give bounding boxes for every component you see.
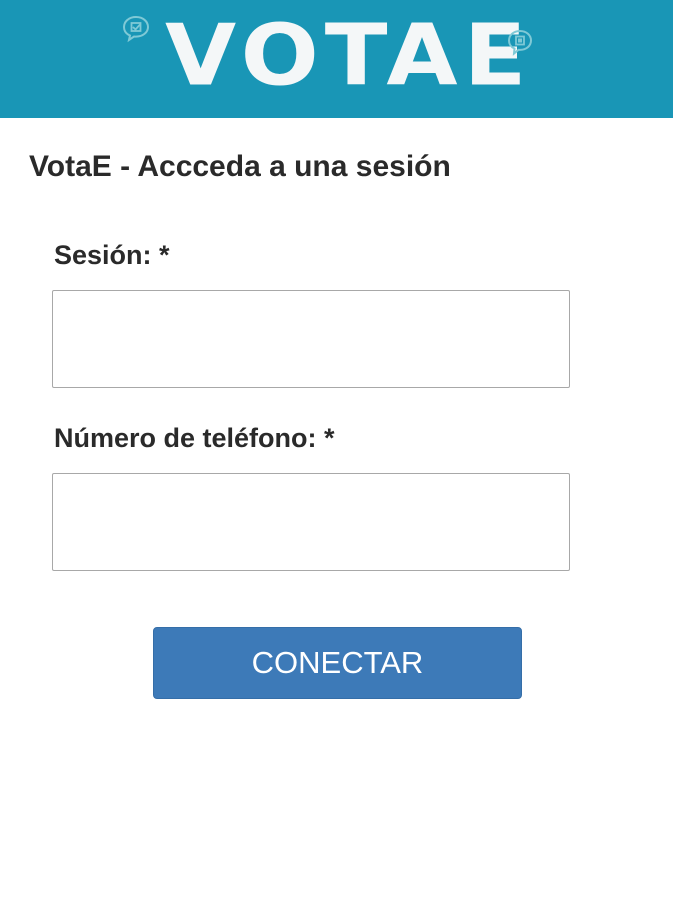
chat-square-icon xyxy=(507,29,533,56)
session-input[interactable] xyxy=(52,290,570,388)
connect-button[interactable]: CONECTAR xyxy=(153,627,522,699)
page-title: VotaE - Accceda a una sesión xyxy=(29,150,451,183)
session-label: Sesión: * xyxy=(54,240,170,270)
logo: VOTAE xyxy=(165,6,533,105)
phone-input[interactable] xyxy=(52,473,570,571)
chat-check-icon xyxy=(122,15,150,43)
phone-label: Número de teléfono: * xyxy=(54,423,335,453)
app-header: VOTAE xyxy=(0,0,673,118)
